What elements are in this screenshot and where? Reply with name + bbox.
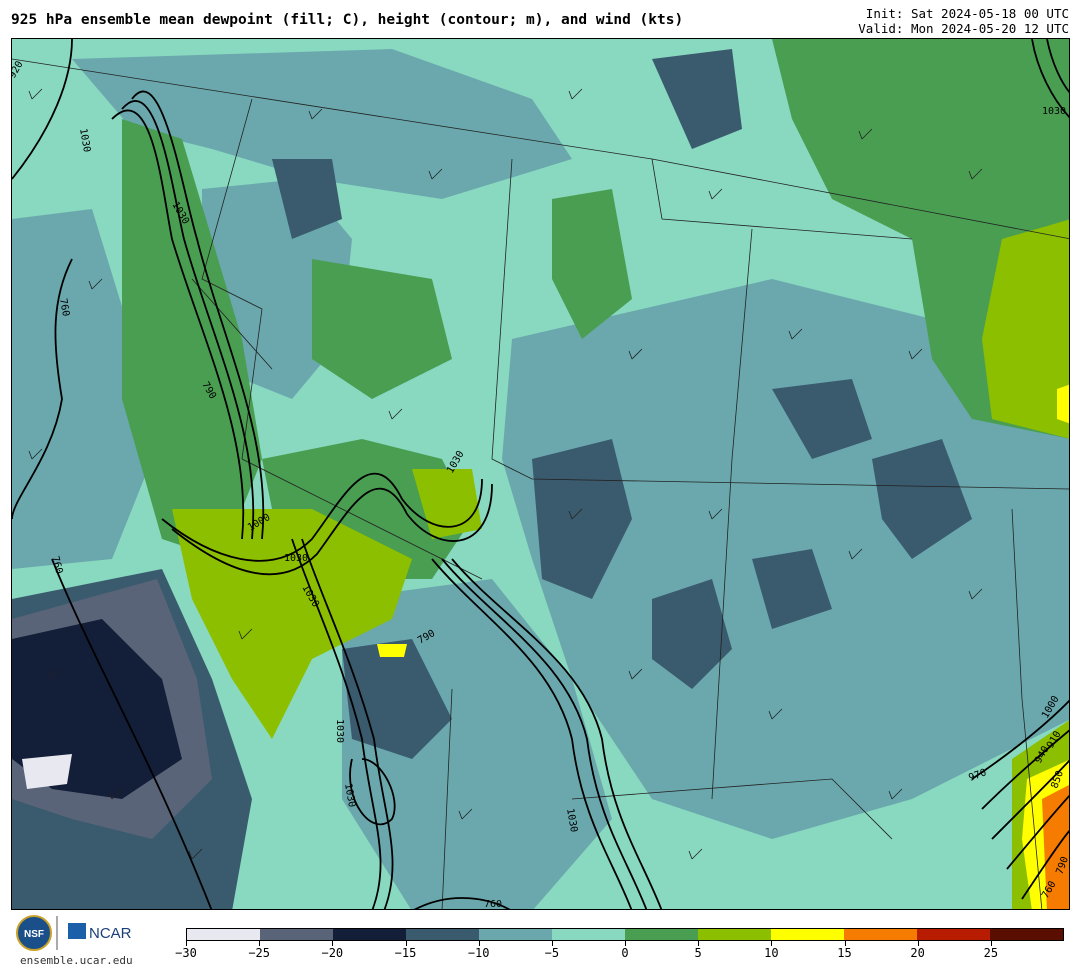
yellow-patch-east — [1057, 384, 1069, 424]
timestamp-block: Init: Sat 2024-05-18 00 UTC Valid: Mon 2… — [858, 6, 1069, 36]
colorbar-tick-label: 0 — [621, 946, 629, 960]
nsf-ncar-logo: NSF NCAR — [16, 915, 132, 951]
ncar-wordmark: NCAR — [89, 925, 132, 942]
colorbar-segment — [698, 929, 771, 940]
nsf-seal-text: NSF — [24, 929, 44, 940]
dewpoint-map: 920 1030 760 790 1030 1000 1030 1030 103… — [11, 38, 1070, 910]
init-time: Init: Sat 2024-05-18 00 UTC — [865, 6, 1069, 21]
contour-label: 760 — [484, 899, 502, 910]
colorbar-segment — [990, 929, 1063, 940]
colorbar-segment — [917, 929, 990, 940]
colorbar-segment — [552, 929, 625, 940]
colorbar-segment — [625, 929, 698, 940]
colorbar-tick-label: −30 — [175, 946, 197, 960]
contour-label: 1030 — [334, 719, 345, 743]
colorbar-segment — [844, 929, 917, 940]
colorbar-tick-label: −10 — [467, 946, 490, 960]
colorbar-segment — [260, 929, 333, 940]
colorbar-segment — [406, 929, 479, 940]
colorbar-tick-label: −20 — [321, 946, 344, 960]
colorbar-tick-label: 25 — [983, 946, 999, 960]
colorbar — [186, 928, 1064, 941]
colorbar-tick-label: −25 — [248, 946, 270, 960]
colorbar-segment — [333, 929, 406, 940]
colorbar-segment — [771, 929, 844, 940]
valid-time: Valid: Mon 2024-05-20 12 UTC — [858, 21, 1069, 36]
colorbar-ticks: −30 −25 −20 −15 −10 −5 0 5 10 15 20 25 — [175, 941, 1064, 971]
arid-patch-ocean — [22, 754, 72, 789]
page-title: 925 hPa ensemble mean dewpoint (fill; C)… — [11, 12, 684, 28]
colorbar-segment — [479, 929, 552, 940]
colorbar-tick-label: −5 — [544, 946, 560, 960]
colorbar-tick-label: −15 — [394, 946, 417, 960]
colorbar-tick-label: 5 — [694, 946, 702, 960]
colorbar-tick-label: 20 — [910, 946, 925, 960]
colorbar-tick-label: 15 — [837, 946, 852, 960]
footer-url: ensemble.ucar.edu — [20, 954, 133, 967]
yellow-patch-central — [377, 644, 407, 657]
ncar-mark-icon — [68, 923, 86, 939]
contour-label: 1030 — [1042, 106, 1066, 117]
colorbar-tick-label: 10 — [764, 946, 779, 960]
colorbar-segment — [187, 929, 260, 940]
contour-label: 1030 — [284, 553, 308, 564]
